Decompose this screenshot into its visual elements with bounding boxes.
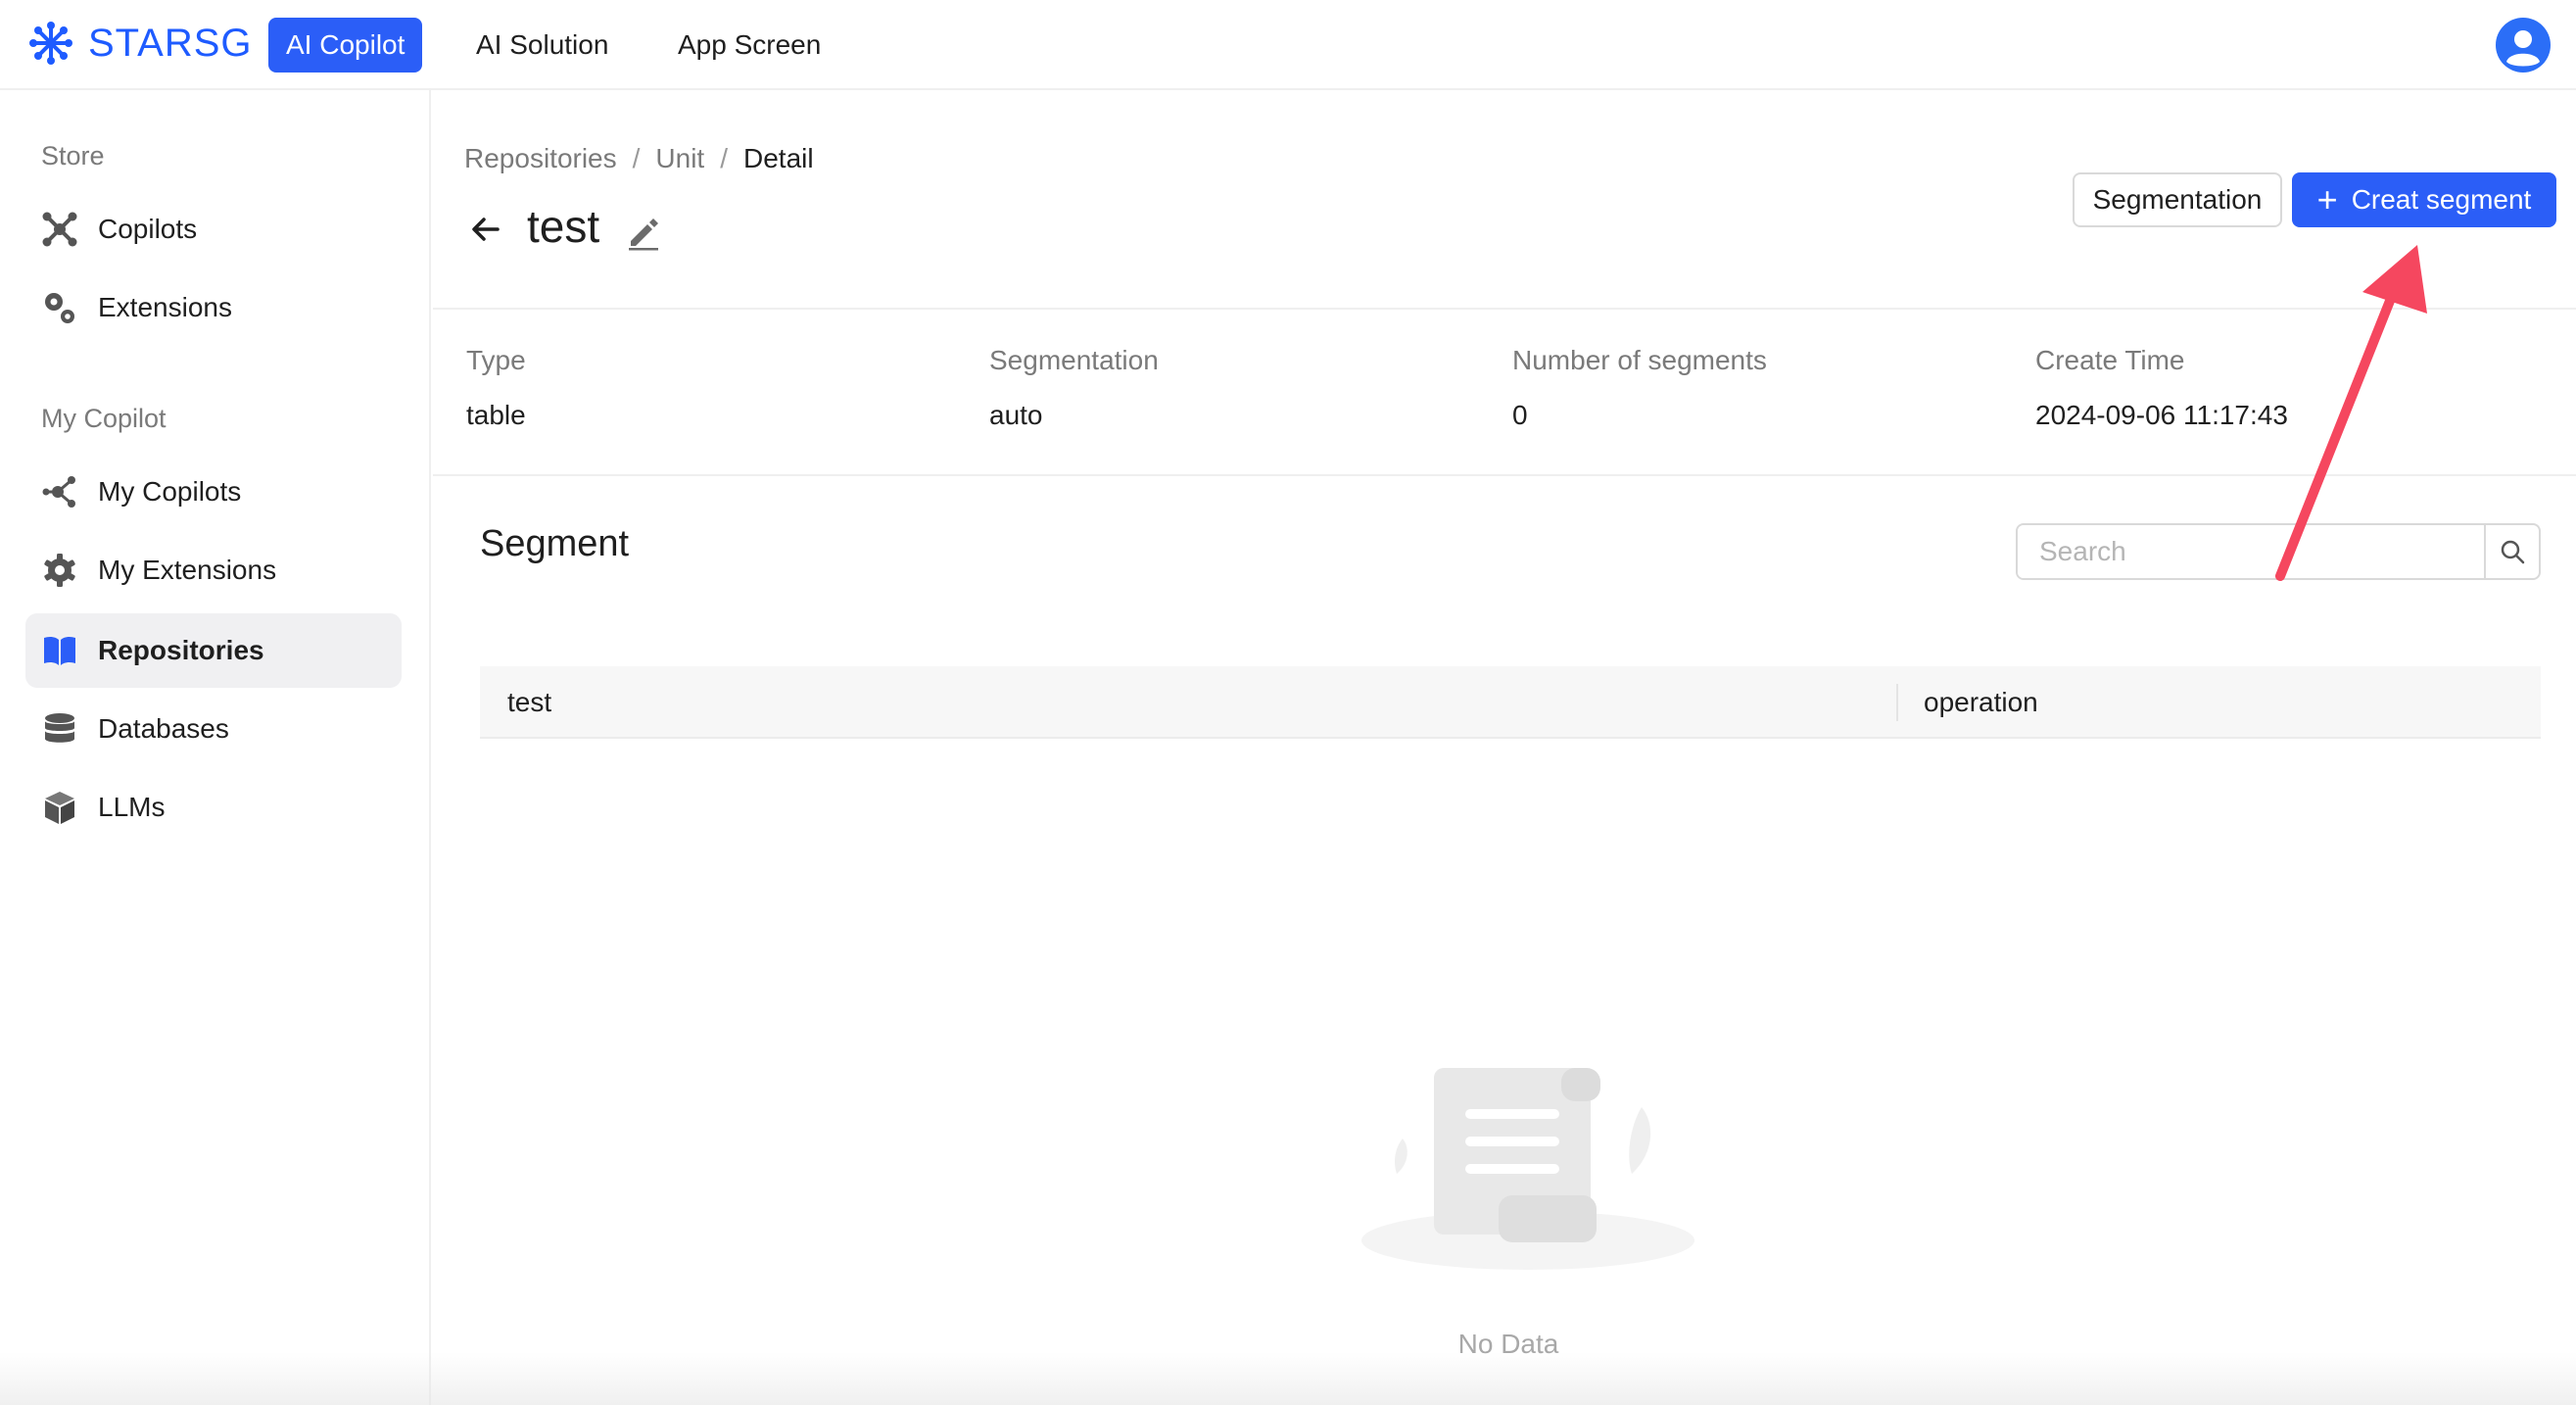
column-header-test: test [507,687,552,717]
database-icon [41,710,78,748]
breadcrumb-separator: / [720,143,728,173]
info-divider [433,474,2576,476]
sidebar-item-label: LLMs [98,792,166,822]
info-segmentation: Segmentation auto [989,345,1159,431]
starsg-logo-icon [29,22,72,65]
sidebar-item-label: Extensions [98,292,232,322]
info-label: Segmentation [989,345,1159,375]
sidebar-group-store: Store [41,141,105,170]
info-value: 2024-09-06 11:17:43 [2035,400,2288,430]
sidebar-item-copilots[interactable]: Copilots [25,192,402,266]
nav-ai-solution[interactable]: AI Solution [458,18,626,73]
info-value: auto [989,400,1043,430]
sidebar: Store Copilots Extensions My Copilot My … [0,90,431,1405]
info-label: Type [466,345,526,375]
sidebar-item-llms[interactable]: LLMs [25,770,402,845]
nav-app-screen[interactable]: App Screen [660,18,838,73]
plus-icon: + [2316,179,2338,219]
create-segment-label: Creat segment [2351,184,2532,215]
breadcrumb-separator: / [632,143,641,173]
back-arrow-icon[interactable] [468,212,503,247]
sidebar-item-label: My Copilots [98,476,242,507]
gears-icon [41,289,78,326]
info-value: table [466,400,526,430]
page-title: test [527,201,600,252]
breadcrumb-detail: Detail [743,143,814,173]
sidebar-item-label: Repositories [98,635,264,665]
segment-search [2016,523,2541,580]
user-icon [2497,19,2550,72]
sidebar-item-label: Databases [98,713,229,744]
sidebar-item-databases[interactable]: Databases [25,692,402,766]
sidebar-item-extensions[interactable]: Extensions [25,270,402,345]
info-number-of-segments: Number of segments 0 [1512,345,1767,431]
info-label: Create Time [2035,345,2185,375]
segmentation-button[interactable]: Segmentation [2073,172,2282,227]
search-input[interactable] [2018,525,2484,578]
empty-data-illustration-icon [1361,1068,1694,1270]
sidebar-item-my-extensions[interactable]: My Extensions [25,533,402,607]
sidebar-item-label: My Extensions [98,555,277,585]
breadcrumb: Repositories / Unit / Detail [464,143,814,174]
user-avatar[interactable] [2496,18,2551,73]
hub-icon [41,211,78,248]
info-label: Number of segments [1512,345,1767,375]
search-icon [2501,540,2525,564]
segment-table-header: test operation [480,666,2541,739]
column-separator [1896,684,1898,721]
create-segment-button[interactable]: + Creat segment [2292,172,2556,227]
empty-state-text: No Data [1457,1329,1559,1359]
breadcrumb-unit[interactable]: Unit [655,143,704,174]
sidebar-item-label: Copilots [98,214,198,244]
info-create-time: Create Time 2024-09-06 11:17:43 [2035,345,2288,431]
brand-name: STARSG [88,21,253,65]
brand[interactable]: STARSG [25,18,253,69]
share-nodes-icon [41,473,78,510]
top-navigation-bar: STARSG AI Copilot AI Solution App Screen [0,0,2576,90]
info-type: Type table [466,345,526,431]
header-divider [433,308,2576,310]
gear-icon [41,552,78,589]
cube-icon [41,789,78,826]
sidebar-group-my-copilot: My Copilot [41,404,167,433]
sidebar-item-my-copilots[interactable]: My Copilots [25,455,402,529]
book-icon [41,632,78,669]
sidebar-item-repositories[interactable]: Repositories [25,613,402,688]
column-header-operation: operation [1924,687,2038,717]
segment-section-title: Segment [480,523,630,564]
info-value: 0 [1512,400,1528,430]
breadcrumb-repositories[interactable]: Repositories [464,143,617,174]
edit-pencil-icon[interactable] [623,212,662,251]
nav-ai-copilot[interactable]: AI Copilot [268,18,423,73]
search-button[interactable] [2484,525,2539,578]
